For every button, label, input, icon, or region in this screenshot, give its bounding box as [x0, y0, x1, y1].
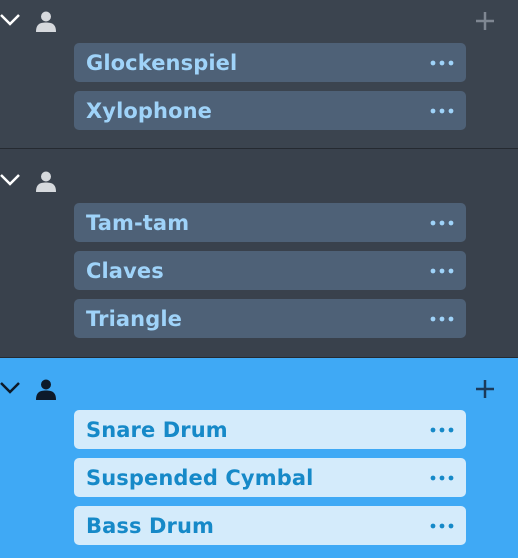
- more-dots-icon[interactable]: [430, 268, 454, 274]
- plus-icon[interactable]: [474, 378, 496, 400]
- instrument-snare-drum[interactable]: Snare Drum: [74, 410, 466, 449]
- instrument-label: Claves: [86, 258, 164, 283]
- instrument-triangle[interactable]: Triangle: [74, 299, 466, 338]
- instrument-label: Snare Drum: [86, 417, 228, 442]
- more-dots-icon[interactable]: [430, 523, 454, 529]
- more-dots-icon[interactable]: [430, 475, 454, 481]
- instrument-suspended-cymbal[interactable]: Suspended Cymbal: [74, 458, 466, 497]
- instrument-claves[interactable]: Claves: [74, 251, 466, 290]
- chevron-down-icon[interactable]: [0, 12, 23, 28]
- more-dots-icon[interactable]: [430, 427, 454, 433]
- instrument-xylophone[interactable]: Xylophone: [74, 91, 466, 130]
- person-icon: [36, 379, 56, 400]
- instrument-label: Xylophone: [86, 98, 213, 123]
- instrument-label: Triangle: [86, 306, 182, 331]
- instrument-label: Tam-tam: [86, 210, 190, 235]
- chevron-down-icon[interactable]: [0, 380, 23, 396]
- instrument-label: Bass Drum: [86, 513, 215, 538]
- instrument-glockenspiel[interactable]: Glockenspiel: [74, 43, 466, 82]
- plus-icon[interactable]: [474, 10, 496, 32]
- player-group-2[interactable]: Tam-tam Claves Triangle: [0, 148, 518, 358]
- more-dots-icon[interactable]: [430, 220, 454, 226]
- more-dots-icon[interactable]: [430, 316, 454, 322]
- instrument-bass-drum[interactable]: Bass Drum: [74, 506, 466, 545]
- person-icon: [36, 11, 56, 32]
- more-dots-icon[interactable]: [430, 108, 454, 114]
- player-group-1[interactable]: Glockenspiel Xylophone: [0, 0, 518, 148]
- player-group-3-selected[interactable]: Snare Drum Suspended Cymbal Bass Drum: [0, 358, 518, 558]
- instrument-label: Suspended Cymbal: [86, 465, 314, 490]
- more-dots-icon[interactable]: [430, 60, 454, 66]
- person-icon: [36, 171, 56, 192]
- chevron-down-icon[interactable]: [0, 172, 23, 188]
- instrument-tam-tam[interactable]: Tam-tam: [74, 203, 466, 242]
- instrument-label: Glockenspiel: [86, 50, 238, 75]
